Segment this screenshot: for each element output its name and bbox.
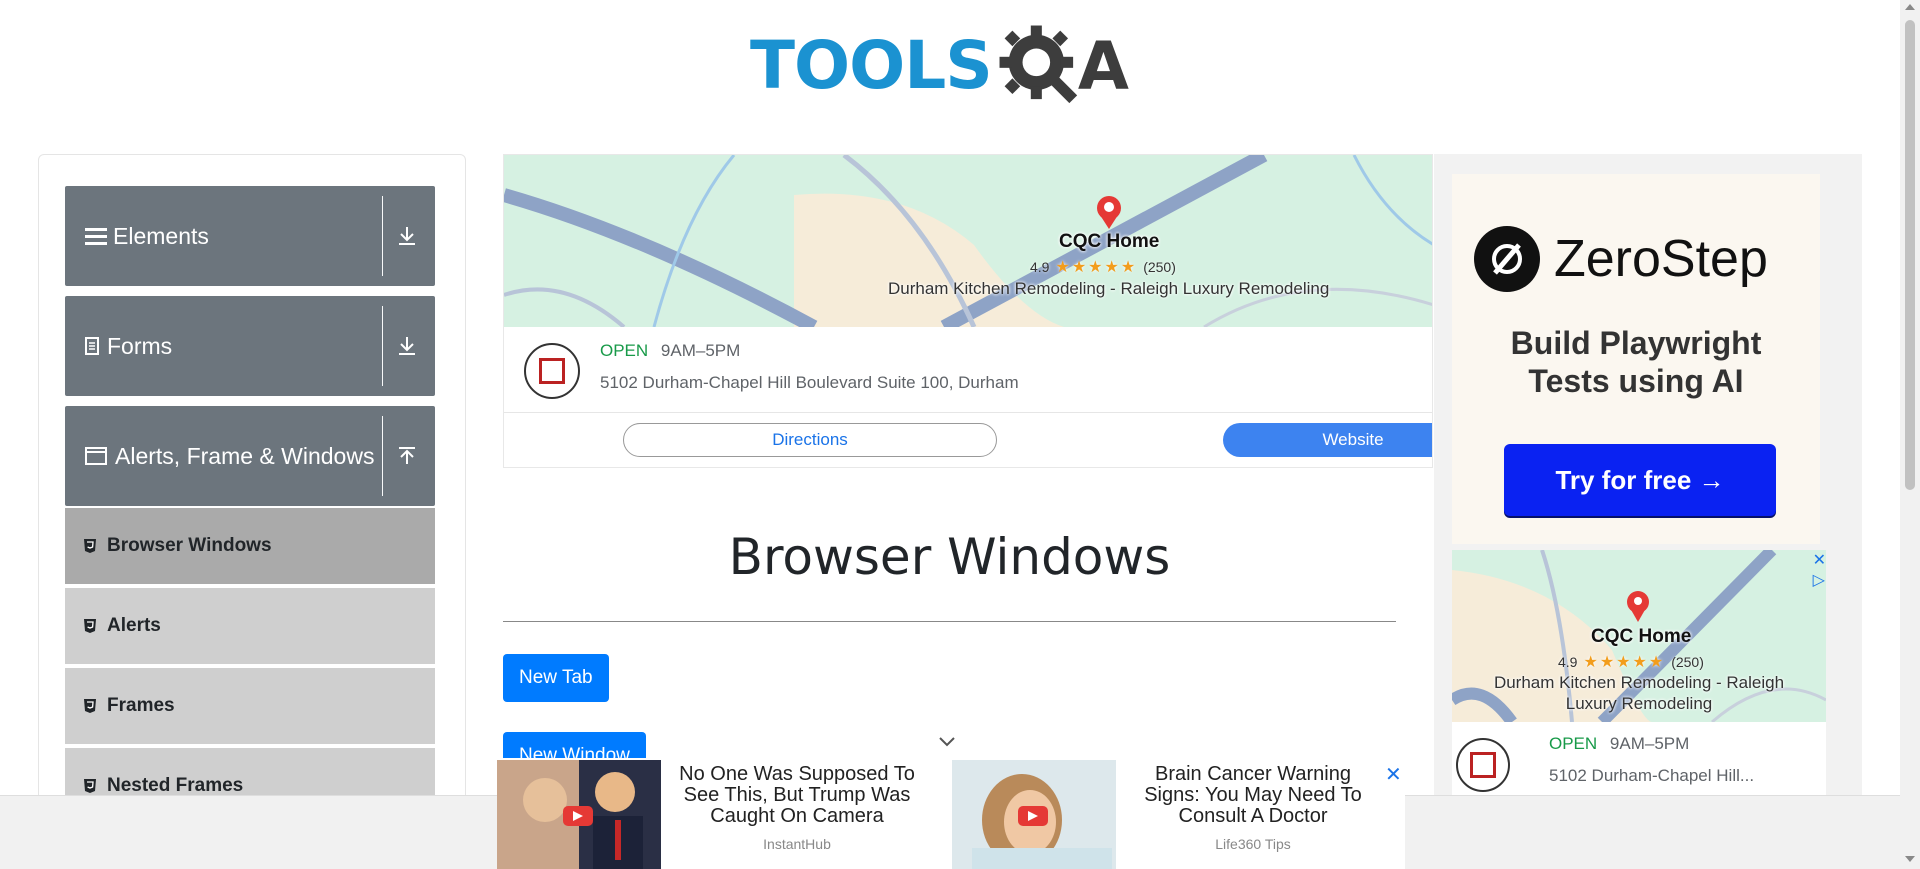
zerostep-logo: ZeroStep [1474,226,1768,292]
ad-choices[interactable]: ✕ ▷ [1813,550,1826,590]
scroll-up-arrow-icon[interactable] [1905,4,1915,10]
scroll-down-arrow-icon[interactable] [1905,856,1915,862]
story2-source: Life360 Tips [1215,836,1291,852]
scrollbar-thumb[interactable] [1905,20,1915,490]
map-ad-banner[interactable]: CQC Home 4.9 ★★★★★ (250) Durham Kitchen … [503,154,1433,468]
map-roads [504,155,1432,327]
page-title: Browser Windows [728,528,1171,586]
directions-button[interactable]: Directions [623,423,997,457]
chevron-down-icon[interactable] [938,736,956,748]
html5-icon [84,779,96,793]
star-rating-icon: ★★★★★ [1583,654,1666,671]
business-logo [1456,738,1510,792]
zerostep-headline: Build Playwright Tests using AI [1452,324,1820,401]
download-arrow-icon [399,337,415,355]
window-icon [85,447,107,465]
subtitle-line: Luxury Remodeling [1565,694,1713,714]
headline-line: Build Playwright [1510,325,1762,361]
sidebar-item-label: Nested Frames [107,775,244,796]
sidebar-item-browser-windows[interactable]: Browser Windows [65,508,435,586]
sidebar-item-label: Alerts [107,615,161,636]
map-subtitle: Durham Kitchen Remodeling - Raleigh Luxu… [888,279,1330,298]
sidebar-group-label: Elements [113,222,209,249]
map-image[interactable]: CQC Home 4.9 ★★★★★ (250) Durham Kitchen … [504,155,1432,327]
story1-thumbnail[interactable] [497,760,661,869]
review-count: (250) [1143,259,1176,275]
html5-icon [84,619,96,633]
zerostep-ad[interactable]: ZeroStep Build Playwright Tests using AI… [1452,174,1820,544]
zerostep-brand: ZeroStep [1554,230,1768,288]
map-business-name: CQC Home [1591,626,1692,647]
headline-line: Tests using AI [1528,363,1744,400]
title-line: Caught On Camera [710,805,884,827]
map-subtitle: Durham Kitchen Remodeling - Raleigh Luxu… [1452,672,1826,715]
sticky-ad[interactable]: No One Was Supposed To See This, But Tru… [497,758,1405,869]
story2-title[interactable]: Brain Cancer Warning Signs: You May Need… [1125,764,1381,827]
vertical-scrollbar[interactable] [1900,0,1920,869]
sidebar-item-label: Frames [107,695,175,716]
close-icon[interactable]: ✕ [1385,762,1402,787]
divider [382,196,383,276]
map-business-name: CQC Home [1059,231,1160,252]
open-hours-line: OPEN 9AM–5PM [1549,734,1689,754]
map-rating: 4.9 ★★★★★ (250) [1030,257,1176,277]
gear-magnifier-icon [999,25,1077,104]
title-line: See This, But Trump Was [683,784,911,806]
toolsqa-logo[interactable]: TOOLS A [750,18,1129,114]
open-status: OPEN [1549,734,1598,753]
divider [382,306,383,386]
business-logo [524,343,580,399]
rating-value: 4.9 [1558,654,1578,670]
download-arrow-icon [399,227,415,245]
document-icon [85,337,99,355]
sidebar-item-label: Browser Windows [107,535,272,556]
story2-thumbnail[interactable] [952,760,1116,869]
sidebar-group-elements[interactable]: Elements [65,186,435,286]
logo-a: A [1077,27,1129,105]
hours: 9AM–5PM [660,341,741,360]
adchoices-icon[interactable]: ▷ [1813,570,1826,590]
review-count: (250) [1671,654,1704,670]
title-line: No One Was Supposed To [679,763,915,785]
title-line: Brain Cancer Warning [1154,763,1351,785]
subtitle-line: Durham Kitchen Remodeling - Raleigh [1493,673,1785,692]
try-for-free-button[interactable]: Try for free → [1504,444,1776,516]
sidebar-group-alerts-frame-windows[interactable]: Alerts, Frame & Windows [65,406,435,506]
new-tab-button[interactable]: New Tab [503,654,609,702]
business-info-row[interactable]: OPEN 9AM–5PM 5102 Durham-Chapel Hill Bou… [504,327,1432,413]
map-ad-small[interactable]: ✕ ▷ CQC Home 4.9 ★★★★★ (250) Durham Kitc… [1452,550,1826,820]
html5-icon [84,699,96,713]
hamburger-icon [85,227,107,245]
sidebar-item-alerts[interactable]: Alerts [65,588,435,666]
left-sidebar: Elements Forms Alerts, Frame & Windows B… [38,154,466,869]
title-line: Signs: You May Need To [1144,784,1362,806]
sidebar-group-forms[interactable]: Forms [65,296,435,396]
title-divider [503,621,1396,622]
star-rating-icon: ★★★★★ [1055,259,1138,276]
divider [382,416,383,496]
address: 5102 Durham-Chapel Hill... [1549,766,1755,785]
story1-source: InstantHub [763,836,831,852]
sidebar-group-label: Alerts, Frame & Windows [115,442,375,469]
close-icon[interactable]: ✕ [1813,550,1826,570]
zerostep-logo-icon [1474,226,1540,292]
story1-title[interactable]: No One Was Supposed To See This, But Tru… [669,764,925,827]
hours: 9AM–5PM [1609,734,1690,753]
upload-arrow-icon [399,447,415,464]
website-button[interactable]: Website [1223,423,1432,457]
rating-value: 4.9 [1030,259,1050,275]
html5-icon [84,539,96,553]
map-rating: 4.9 ★★★★★ (250) [1558,652,1704,672]
logo-text: TOOLS [750,27,993,104]
map-image[interactable]: ✕ ▷ CQC Home 4.9 ★★★★★ (250) Durham Kitc… [1452,550,1826,722]
title-line: Consult A Doctor [1178,805,1328,827]
sidebar-group-label: Forms [107,332,173,359]
sidebar-item-frames[interactable]: Frames [65,668,435,746]
right-ad-column: ZeroStep Build Playwright Tests using AI… [1434,154,1862,869]
open-status: OPEN [600,341,649,360]
address: 5102 Durham-Chapel Hill Boulevard Suite … [600,373,1019,392]
page: TOOLS A Elements Forms Alerts, Frame & W… [0,0,1920,869]
logo-qa: A [994,20,1129,112]
open-hours-line: OPEN 9AM–5PM [600,341,740,361]
